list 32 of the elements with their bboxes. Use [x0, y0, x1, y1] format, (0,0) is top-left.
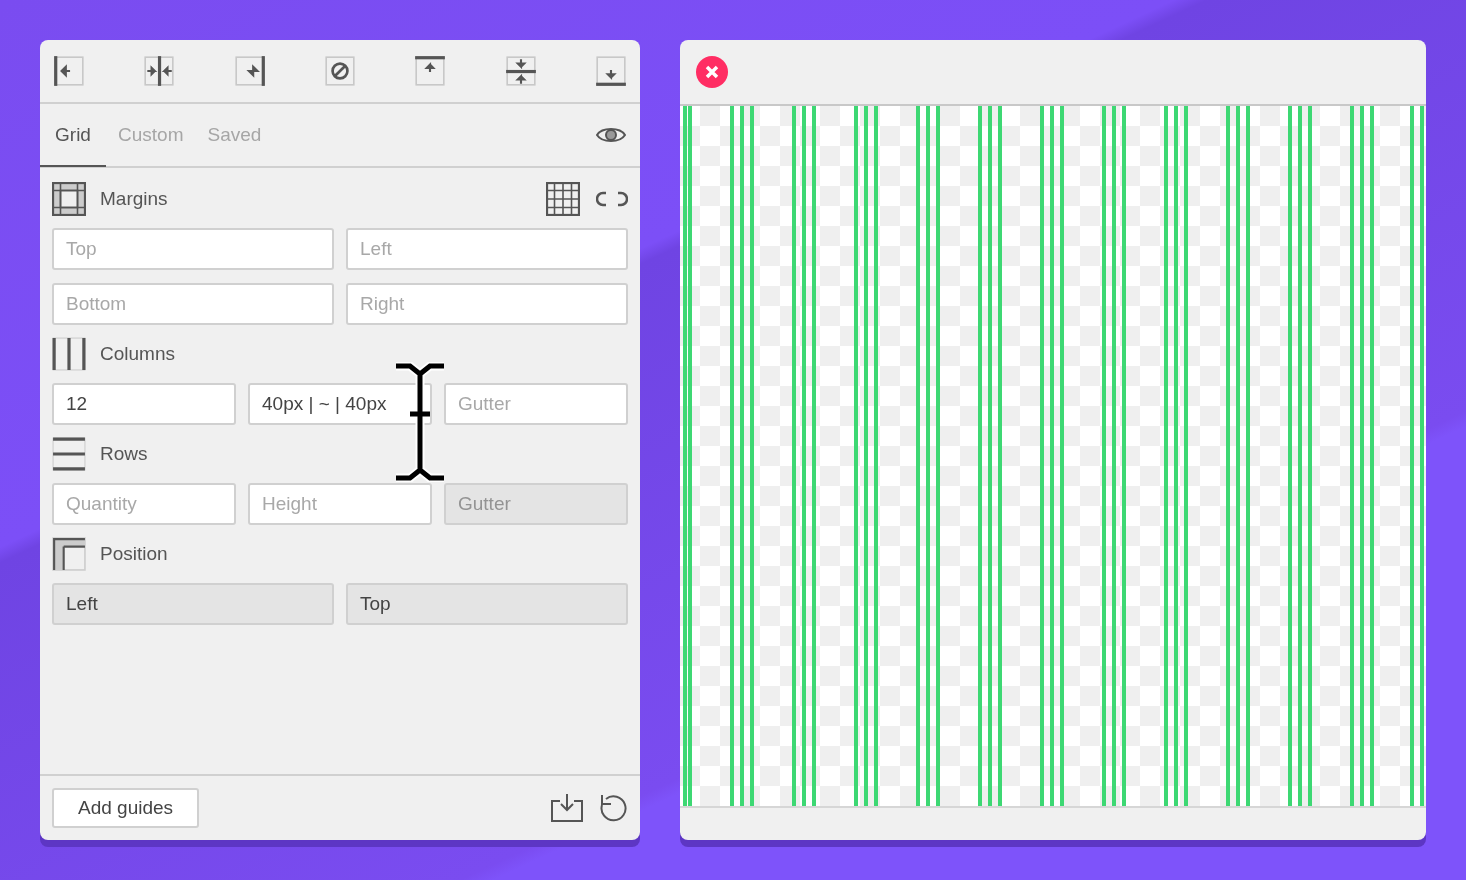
input-field[interactable]: Right: [346, 283, 628, 325]
eye-icon[interactable]: [596, 125, 626, 145]
center-h-align-button[interactable]: [503, 53, 538, 89]
link-icon[interactable]: [596, 190, 628, 208]
tab[interactable]: Grid: [40, 105, 106, 167]
input-field[interactable]: Height: [248, 483, 432, 525]
bottom-align-button[interactable]: [593, 53, 628, 89]
input-field[interactable]: Gutter: [444, 383, 628, 425]
rows-icon: [52, 437, 86, 471]
input-field[interactable]: Left: [346, 228, 628, 270]
reset-icon[interactable]: [598, 793, 628, 823]
grid-icon[interactable]: [546, 182, 580, 216]
section-title: Rows: [100, 443, 148, 465]
right-align-button[interactable]: [232, 53, 267, 89]
input-field[interactable]: Bottom: [52, 283, 334, 325]
margins-grid-icon: [52, 182, 86, 216]
clear-align-button[interactable]: [323, 53, 357, 89]
input-field[interactable]: 40px | ~ | 40px: [248, 383, 432, 425]
download-icon[interactable]: [550, 793, 584, 823]
section-title: Columns: [100, 343, 175, 365]
columns-icon: [52, 337, 86, 371]
input-field[interactable]: Top: [52, 228, 334, 270]
section-title: Position: [100, 543, 168, 565]
input-field[interactable]: 12: [52, 383, 236, 425]
position-icon: [52, 537, 86, 571]
add-guides-button[interactable]: Add guides: [52, 788, 200, 828]
input-field[interactable]: Quantity: [52, 483, 236, 525]
center-v-align-button[interactable]: [142, 53, 177, 89]
close-button[interactable]: [696, 56, 728, 88]
top-align-button[interactable]: [413, 53, 448, 89]
section-title: Margins: [100, 188, 168, 210]
left-align-button[interactable]: [52, 53, 86, 89]
